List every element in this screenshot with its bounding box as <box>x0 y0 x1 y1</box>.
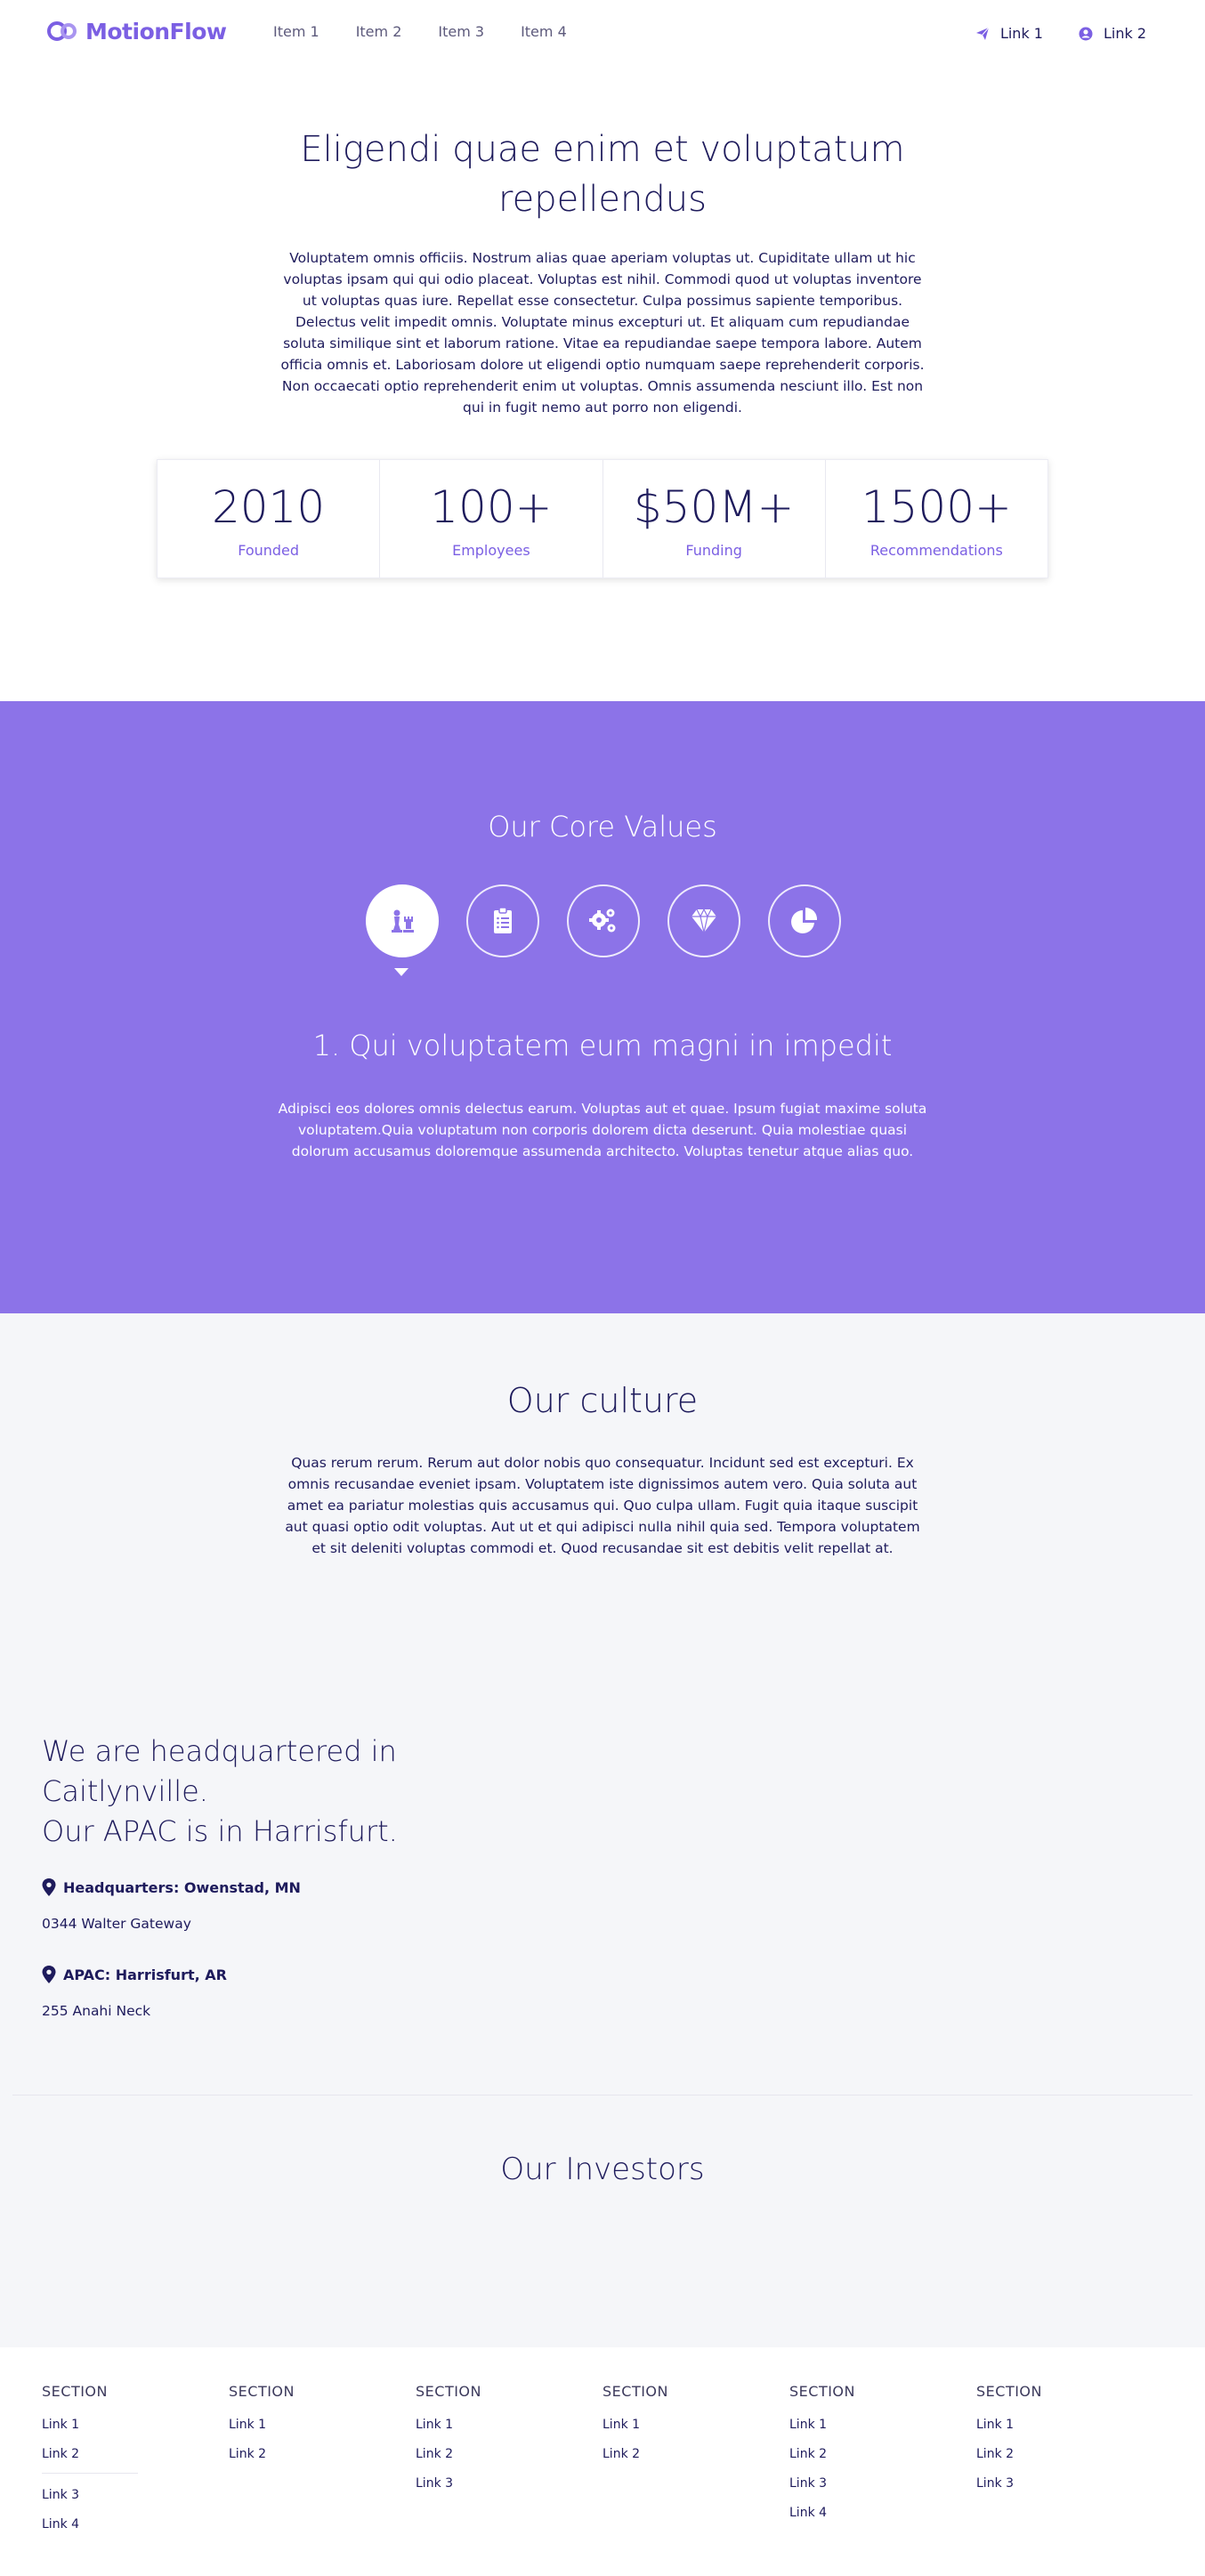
clipboard-list-icon <box>494 907 512 933</box>
headquarters-title-line-2: Our APAC is in Harrisfurt. <box>42 1814 398 1848</box>
gears-icon <box>589 908 616 933</box>
footer-column-3: SECTION Link 1 Link 2 Link 3 <box>416 2383 602 2547</box>
map-marker-icon <box>42 1878 56 1896</box>
location-headquarters: Headquarters: Owenstad, MN 0344 Walter G… <box>42 1878 487 1932</box>
nav-item-1[interactable]: Item 1 <box>273 23 319 40</box>
value-tab-2[interactable] <box>466 884 539 957</box>
footer-link[interactable]: Link 3 <box>416 2476 602 2491</box>
location-label: Headquarters: Owenstad, MN <box>42 1878 487 1896</box>
footer-link[interactable]: Link 4 <box>42 2517 229 2532</box>
hero-title: Eligendi quae enim et voluptatum repelle… <box>300 129 905 220</box>
stat-recommendations: 1500+ Recommendations <box>826 460 1047 577</box>
nav-links: Link 1 Link 2 <box>975 25 1146 42</box>
stat-label: Employees <box>452 542 530 559</box>
footer-heading: SECTION <box>789 2383 855 2400</box>
footer-columns: SECTION Link 1 Link 2 Link 3 Link 4 SECT… <box>42 2383 1163 2547</box>
footer: SECTION Link 1 Link 2 Link 3 Link 4 SECT… <box>0 2347 1205 2576</box>
core-value-text: Adipisci eos dolores omnis delectus earu… <box>278 1101 927 1159</box>
nav-item-3[interactable]: Item 3 <box>438 23 484 40</box>
footer-column-1: SECTION Link 1 Link 2 Link 3 Link 4 <box>42 2383 229 2547</box>
hero-section: Eligendi quae enim et voluptatum repelle… <box>0 125 1205 418</box>
footer-link[interactable]: Link 1 <box>789 2418 976 2432</box>
footer-heading: SECTION <box>602 2383 668 2400</box>
active-tab-caret <box>394 968 408 976</box>
stat-value: 100+ <box>430 481 553 533</box>
stat-value: $50M+ <box>633 481 795 533</box>
footer-link[interactable]: Link 2 <box>42 2447 229 2461</box>
gem-icon <box>691 908 716 933</box>
core-values-section: Our Core Values 1. Qui voluptatem eum ma… <box>0 701 1205 1313</box>
value-tab-5[interactable] <box>768 884 841 957</box>
footer-column-4: SECTION Link 1 Link 2 <box>602 2383 789 2547</box>
footer-column-2: SECTION Link 1 Link 2 <box>229 2383 416 2547</box>
core-value-heading: 1. Qui voluptatem eum magni in impedit <box>312 1029 893 1062</box>
headquarters-title-line-1: We are headquartered in Caitlynville. <box>42 1734 397 1808</box>
stat-label: Recommendations <box>869 542 1003 559</box>
map-marker-icon <box>42 1966 56 1983</box>
location-address: 255 Anahi Neck <box>42 2003 151 2019</box>
footer-heading: SECTION <box>229 2383 295 2400</box>
value-tab-1[interactable] <box>366 884 439 957</box>
value-tab-4[interactable] <box>667 884 740 957</box>
footer-link[interactable]: Link 2 <box>976 2447 1163 2461</box>
hero-text: Voluptatem omnis officiis. Nostrum alias… <box>280 250 925 416</box>
nav-item-4[interactable]: Item 4 <box>521 23 567 40</box>
core-values-tabs <box>366 884 841 957</box>
value-tab-3[interactable] <box>567 884 640 957</box>
footer-link[interactable]: Link 1 <box>229 2418 416 2432</box>
section-divider <box>12 2095 1193 2096</box>
nav-item-2[interactable]: Item 2 <box>356 23 402 40</box>
user-circle-icon <box>1079 27 1093 40</box>
footer-link[interactable]: Link 2 <box>416 2447 602 2461</box>
stats-card: 2010 Founded 100+ Employees $50M+ Fundin… <box>157 459 1048 578</box>
culture-text: Quas rerum rerum. Rerum aut dolor nobis … <box>285 1455 920 1556</box>
footer-link[interactable]: Link 1 <box>976 2418 1163 2432</box>
location-name: Headquarters: Owenstad, MN <box>63 1878 301 1896</box>
paper-plane-icon <box>975 27 990 40</box>
culture-title: Our culture <box>506 1381 699 1420</box>
location-address: 0344 Walter Gateway <box>42 1916 191 1932</box>
footer-heading: SECTION <box>416 2383 481 2400</box>
footer-heading: SECTION <box>42 2383 108 2400</box>
footer-divider <box>42 2473 138 2474</box>
stat-employees: 100+ Employees <box>380 460 603 577</box>
nav-link-2-label: Link 2 <box>1103 25 1146 42</box>
footer-link[interactable]: Link 3 <box>976 2476 1163 2491</box>
stat-funding: $50M+ Funding <box>603 460 826 577</box>
footer-link[interactable]: Link 4 <box>789 2506 976 2520</box>
stat-value: 2010 <box>212 481 326 533</box>
footer-heading: SECTION <box>976 2383 1042 2400</box>
chess-icon <box>392 909 414 933</box>
navbar: MotionFlow Item 1 Item 2 Item 3 Item 4 L… <box>0 0 1205 64</box>
nav-link-1[interactable]: Link 1 <box>975 25 1043 42</box>
footer-link[interactable]: Link 1 <box>416 2418 602 2432</box>
stat-founded: 2010 Founded <box>158 460 381 577</box>
footer-link[interactable]: Link 1 <box>602 2418 789 2432</box>
footer-link[interactable]: Link 2 <box>229 2447 416 2461</box>
stat-label: Funding <box>685 542 742 559</box>
investors-title: Our Investors <box>500 2152 705 2187</box>
stat-label: Founded <box>238 542 300 559</box>
headquarters-title: We are headquartered in Caitlynville. Ou… <box>42 1732 487 1852</box>
footer-link[interactable]: Link 1 <box>42 2418 229 2432</box>
footer-link[interactable]: Link 2 <box>789 2447 976 2461</box>
footer-link[interactable]: Link 2 <box>602 2447 789 2461</box>
footer-link[interactable]: Link 3 <box>42 2488 229 2502</box>
footer-link[interactable]: Link 3 <box>789 2476 976 2491</box>
nav-link-2[interactable]: Link 2 <box>1079 25 1146 42</box>
motionflow-logo-icon <box>47 21 77 41</box>
footer-column-6: SECTION Link 1 Link 2 Link 3 <box>976 2383 1163 2547</box>
location-apac: APAC: Harrisfurt, AR 255 Anahi Neck <box>42 1966 487 2019</box>
brand-name: MotionFlow <box>85 18 227 44</box>
core-values-title: Our Core Values <box>488 810 717 844</box>
location-name: APAC: Harrisfurt, AR <box>63 1966 227 1983</box>
pie-chart-icon <box>791 907 818 933</box>
nav-link-1-label: Link 1 <box>999 25 1043 42</box>
brand-link[interactable]: MotionFlow <box>46 16 227 46</box>
location-label: APAC: Harrisfurt, AR <box>42 1966 487 1983</box>
nav-menu: Item 1 Item 2 Item 3 Item 4 <box>273 23 603 40</box>
headquarters-section: We are headquartered in Caitlynville. Ou… <box>42 1732 487 2019</box>
stat-value: 1500+ <box>861 481 1012 533</box>
footer-column-5: SECTION Link 1 Link 2 Link 3 Link 4 <box>789 2383 976 2547</box>
